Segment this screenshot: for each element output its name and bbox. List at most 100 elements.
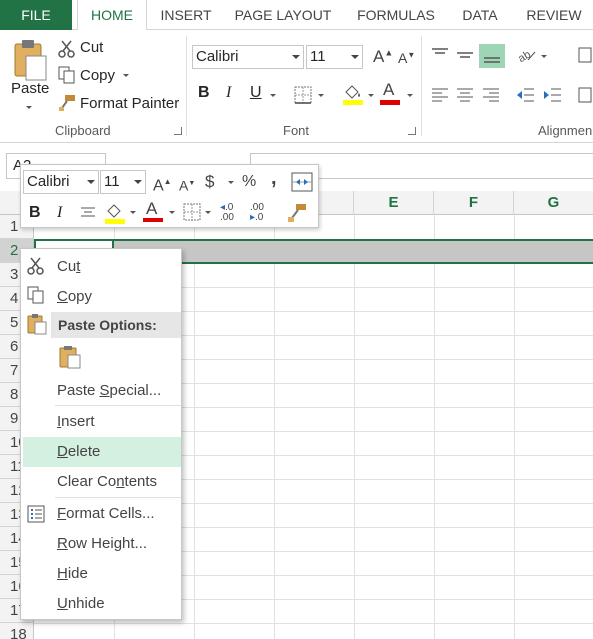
tab-formulas[interactable]: FORMULAS <box>348 0 444 30</box>
mini-shrink-font-button[interactable]: A▼ <box>179 174 195 196</box>
mini-bold-button[interactable]: B <box>29 203 41 223</box>
mini-fill-color-icon[interactable] <box>104 201 126 225</box>
decrease-indent-icon[interactable] <box>516 86 536 104</box>
copy-dropdown-arrow[interactable] <box>123 74 129 77</box>
mini-borders-icon[interactable] <box>183 203 201 221</box>
paste-option-keep-formatting-icon[interactable] <box>59 345 81 369</box>
mini-increase-decimal-button[interactable]: ◂.0.00 <box>220 203 234 223</box>
ribbon-home: Paste Cut Copy Format Painter Clipboard … <box>0 30 593 143</box>
menu-item-hide[interactable]: Hide <box>21 559 181 589</box>
mini-font-name-value: Calibri <box>27 173 70 190</box>
menu-separator <box>55 497 181 498</box>
menu-label-part: nsert <box>61 413 95 430</box>
borders-dropdown-arrow[interactable] <box>318 94 324 97</box>
font-launcher-icon[interactable] <box>408 127 416 135</box>
font-size-value: 11 <box>310 48 326 65</box>
mini-currency-button[interactable]: $ <box>205 172 214 192</box>
clipboard-group-label: Clipboard <box>55 123 111 138</box>
tab-data[interactable]: DATA <box>452 0 508 30</box>
mini-font-color-button[interactable]: A <box>146 199 157 219</box>
shrink-font-label: A <box>398 50 408 66</box>
mini-currency-dropdown-arrow[interactable] <box>228 181 234 184</box>
format-painter-icon <box>58 94 76 112</box>
mini-borders-dropdown-arrow[interactable] <box>205 211 211 214</box>
grow-font-label: A <box>373 47 385 66</box>
mini-percent-button[interactable]: % <box>242 172 256 192</box>
mini-decrease-decimal-button[interactable]: .00 ▸.0 <box>250 203 264 223</box>
orientation-dropdown-arrow[interactable] <box>541 55 547 58</box>
tab-page-layout[interactable]: PAGE LAYOUT <box>228 0 338 30</box>
align-center-icon[interactable] <box>455 86 475 104</box>
mini-grow-font-button[interactable]: A▲ <box>153 172 172 196</box>
menu-accelerator-key: H <box>57 565 68 582</box>
context-menu: Cut Copy Paste Options: Paste Special...… <box>20 248 182 620</box>
merge-center-icon[interactable] <box>578 86 592 104</box>
middle-align-icon[interactable] <box>455 46 475 64</box>
chevron-down-icon <box>292 55 300 59</box>
shrink-font-button[interactable]: A▼ <box>398 50 415 66</box>
mini-font-size-dropdown[interactable]: 11 <box>100 170 146 194</box>
italic-button[interactable]: I <box>226 84 231 102</box>
borders-icon[interactable] <box>294 86 312 104</box>
paste-icon[interactable] <box>12 38 48 82</box>
mini-font-name-dropdown[interactable]: Calibri <box>23 170 99 194</box>
top-align-icon[interactable] <box>430 46 450 64</box>
font-size-dropdown[interactable]: 11 <box>306 45 363 69</box>
underline-dropdown-arrow[interactable] <box>270 94 276 97</box>
align-left-icon[interactable] <box>430 86 450 104</box>
paste-button[interactable]: Paste <box>11 80 49 97</box>
orientation-icon[interactable]: ab <box>516 46 538 65</box>
cut-button[interactable]: Cut <box>80 39 103 56</box>
clipboard-launcher-icon[interactable] <box>174 127 182 135</box>
font-name-dropdown[interactable]: Calibri <box>192 45 304 69</box>
paste-options-header: Paste Options: <box>51 312 181 338</box>
menu-item-unhide[interactable]: Unhide <box>21 589 181 619</box>
grow-font-button[interactable]: A▲ <box>373 47 393 67</box>
mini-fill-color-dropdown-arrow[interactable] <box>130 211 136 214</box>
row-header-18[interactable]: 18 <box>0 623 34 639</box>
mini-grow-label: A <box>153 177 164 195</box>
mini-italic-button[interactable]: I <box>57 203 62 223</box>
menu-label-part: ow Height... <box>67 535 148 552</box>
copy-button[interactable]: Copy <box>80 67 115 84</box>
mini-center-align-icon[interactable] <box>79 205 97 221</box>
font-color-dropdown-arrow[interactable] <box>407 94 413 97</box>
mini-font-color-swatch <box>143 218 163 222</box>
font-color-swatch <box>380 100 400 105</box>
format-painter-button[interactable]: Format Painter <box>80 95 179 112</box>
menu-accelerator-key: R <box>57 535 68 552</box>
align-right-icon[interactable] <box>481 86 501 104</box>
fill-color-dropdown-arrow[interactable] <box>368 94 374 97</box>
increase-indent-icon[interactable] <box>543 86 563 104</box>
mini-font-color-dropdown-arrow[interactable] <box>169 211 175 214</box>
column-header-g[interactable]: G <box>514 191 593 215</box>
menu-label-part: Cu <box>57 258 77 275</box>
fill-color-icon[interactable] <box>342 82 364 106</box>
menu-item-insert[interactable]: Insert <box>21 407 181 437</box>
mini-merge-icon[interactable] <box>291 172 313 192</box>
font-color-button[interactable]: A <box>383 80 394 100</box>
column-header-f[interactable]: F <box>434 191 514 215</box>
menu-item-row-height[interactable]: Row Height... <box>21 529 181 559</box>
tab-file[interactable]: FILE <box>0 0 72 30</box>
bottom-align-icon[interactable] <box>479 44 505 68</box>
menu-item-delete[interactable]: Delete <box>23 437 181 467</box>
chevron-down-icon <box>87 180 95 184</box>
underline-button[interactable]: U <box>250 84 262 102</box>
tab-home[interactable]: HOME <box>77 0 147 31</box>
mini-format-painter-icon[interactable] <box>287 203 307 223</box>
paste-dropdown-arrow[interactable] <box>26 106 32 109</box>
font-group-label: Font <box>283 123 310 138</box>
menu-item-paste-special[interactable]: Paste Special... <box>21 376 181 406</box>
menu-item-cut[interactable]: Cut <box>21 252 181 282</box>
tab-review[interactable]: REVIEW <box>518 0 590 30</box>
bold-button[interactable]: B <box>198 84 210 102</box>
menu-item-clear-contents[interactable]: Clear Contents <box>21 467 181 497</box>
wrap-text-icon[interactable] <box>578 46 592 64</box>
menu-item-format-cells[interactable]: Format Cells... <box>21 499 181 529</box>
column-header-e[interactable]: E <box>354 191 434 215</box>
menu-item-copy[interactable]: Copy <box>21 282 181 312</box>
scissors-icon <box>58 40 76 58</box>
tab-insert[interactable]: INSERT <box>150 0 222 30</box>
mini-comma-button[interactable]: , <box>271 168 277 188</box>
